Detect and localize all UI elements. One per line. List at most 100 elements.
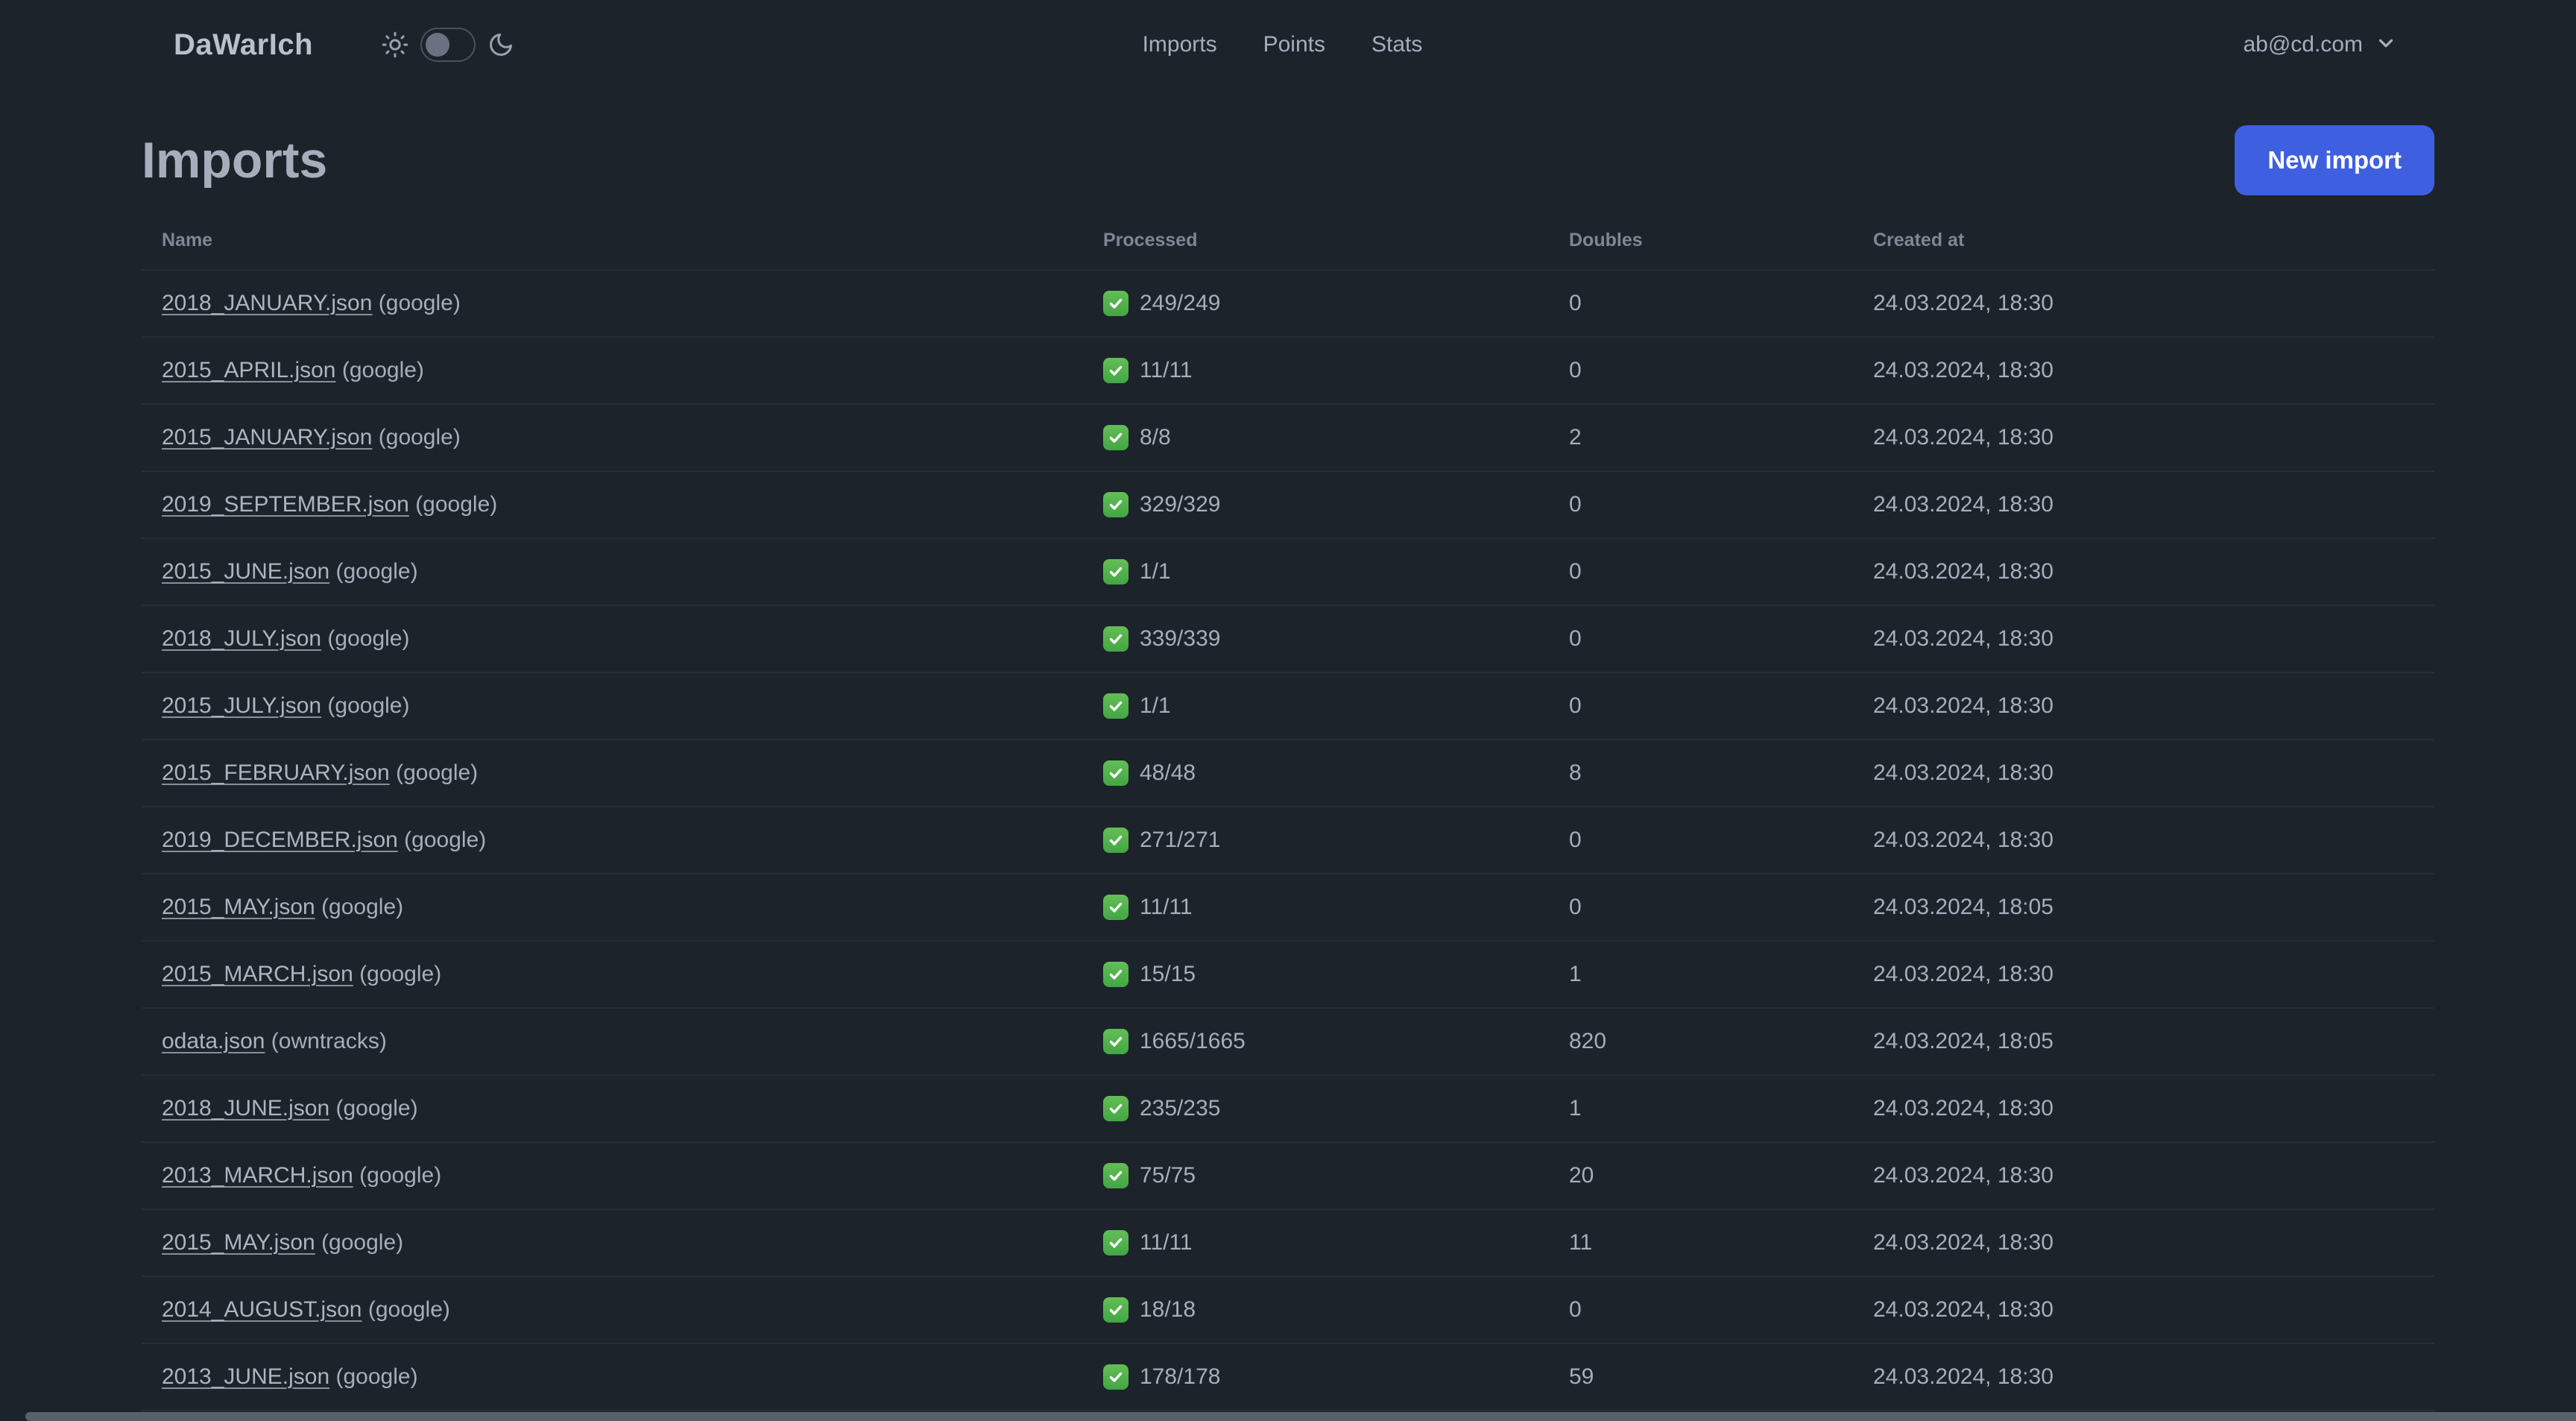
name-cell: 2013_MARCH.json (google) [142,1142,1083,1210]
sun-icon [382,31,408,58]
table-row: 2018_JANUARY.json (google) 249/249 0 24.… [142,270,2434,338]
import-source-label: (google) [327,693,410,718]
table-row: 2015_JANUARY.json (google) 8/8 2 24.03.2… [142,404,2434,472]
import-file-link[interactable]: 2018_JULY.json [162,626,321,651]
import-source-label: (google) [335,559,418,584]
success-check-icon [1103,291,1128,316]
import-file-link[interactable]: 2015_MARCH.json [162,962,353,986]
import-file-link[interactable]: odata.json [162,1029,265,1053]
doubles-cell: 1 [1549,1075,1853,1143]
name-cell: 2015_MAY.json (google) [142,874,1083,942]
doubles-cell: 11 [1549,1209,1853,1277]
created-at-cell: 24.03.2024, 18:30 [1853,605,2434,673]
doubles-cell: 0 [1549,605,1853,673]
import-source-label: (google) [396,760,479,785]
import-source-label: (owntracks) [271,1029,387,1053]
processed-count: 8/8 [1140,425,1171,450]
success-check-icon [1103,492,1128,517]
page-title: Imports [142,132,328,189]
table-row: 2015_JUNE.json (google) 1/1 0 24.03.2024… [142,538,2434,606]
processed-count: 15/15 [1140,962,1196,986]
created-at-cell: 24.03.2024, 18:30 [1853,740,2434,807]
import-file-link[interactable]: 2014_AUGUST.json [162,1297,362,1322]
new-import-button[interactable]: New import [2235,125,2434,195]
moon-icon [487,31,514,58]
success-check-icon [1103,760,1128,786]
column-header-doubles: Doubles [1549,213,1853,271]
doubles-cell: 820 [1549,1008,1853,1076]
processed-cell: 11/11 [1083,337,1549,405]
import-file-link[interactable]: 2019_SEPTEMBER.json [162,492,409,517]
name-cell: 2015_MAY.json (google) [142,1209,1083,1277]
import-file-link[interactable]: 2015_JULY.json [162,693,321,718]
doubles-cell: 0 [1549,672,1853,740]
table-row: 2014_AUGUST.json (google) 18/18 0 24.03.… [142,1276,2434,1344]
processed-cell: 75/75 [1083,1142,1549,1210]
nav-link-stats[interactable]: Stats [1371,32,1422,57]
import-file-link[interactable]: 2015_APRIL.json [162,358,336,382]
import-source-label: (google) [415,492,498,517]
doubles-cell: 0 [1549,471,1853,539]
nav-link-points[interactable]: Points [1263,32,1325,57]
processed-count: 11/11 [1140,1230,1193,1255]
processed-cell: 15/15 [1083,941,1549,1009]
processed-count: 1/1 [1140,693,1171,718]
doubles-cell: 20 [1549,1142,1853,1210]
processed-count: 339/339 [1140,626,1221,651]
success-check-icon [1103,626,1128,652]
doubles-cell: 0 [1549,807,1853,875]
created-at-cell: 24.03.2024, 18:30 [1853,1209,2434,1277]
name-cell: 2013_JUNE.json (google) [142,1343,1083,1411]
name-cell: 2015_JANUARY.json (google) [142,404,1083,472]
import-file-link[interactable]: 2015_JANUARY.json [162,425,372,450]
theme-toggle[interactable] [420,28,476,62]
created-at-cell: 24.03.2024, 18:30 [1853,1142,2434,1210]
import-file-link[interactable]: 2015_MAY.json [162,1230,315,1255]
success-check-icon [1103,1029,1128,1054]
created-at-cell: 24.03.2024, 18:05 [1853,874,2434,942]
processed-count: 75/75 [1140,1163,1196,1188]
created-at-cell: 24.03.2024, 18:30 [1853,672,2434,740]
created-at-cell: 24.03.2024, 18:30 [1853,404,2434,472]
created-at-cell: 24.03.2024, 18:30 [1853,270,2434,338]
success-check-icon [1103,828,1128,853]
user-menu[interactable]: ab@cd.com [2243,32,2397,58]
processed-cell: 8/8 [1083,404,1549,472]
success-check-icon [1103,358,1128,383]
chevron-down-icon [2375,32,2397,58]
import-file-link[interactable]: 2018_JUNE.json [162,1096,329,1121]
horizontal-scrollbar[interactable] [25,1412,2576,1421]
import-file-link[interactable]: 2015_JUNE.json [162,559,329,584]
processed-count: 18/18 [1140,1297,1196,1322]
nav-link-imports[interactable]: Imports [1143,32,1217,57]
processed-count: 11/11 [1140,358,1193,382]
processed-cell: 11/11 [1083,1209,1549,1277]
name-cell: 2014_AUGUST.json (google) [142,1276,1083,1344]
name-cell: 2015_JUNE.json (google) [142,538,1083,606]
import-file-link[interactable]: 2013_MARCH.json [162,1163,353,1188]
doubles-cell: 2 [1549,404,1853,472]
import-file-link[interactable]: 2013_JUNE.json [162,1364,329,1389]
processed-cell: 249/249 [1083,270,1549,338]
table-row: 2015_MAY.json (google) 11/11 0 24.03.202… [142,874,2434,942]
import-source-label: (google) [404,828,487,852]
column-header-processed: Processed [1083,213,1549,271]
doubles-cell: 0 [1549,538,1853,606]
name-cell: 2019_DECEMBER.json (google) [142,807,1083,875]
created-at-cell: 24.03.2024, 18:30 [1853,941,2434,1009]
created-at-cell: 24.03.2024, 18:30 [1853,1075,2434,1143]
import-file-link[interactable]: 2015_FEBRUARY.json [162,760,390,785]
import-file-link[interactable]: 2015_MAY.json [162,895,315,919]
success-check-icon [1103,1096,1128,1121]
processed-count: 271/271 [1140,828,1221,852]
success-check-icon [1103,1364,1128,1390]
import-file-link[interactable]: 2018_JANUARY.json [162,291,372,315]
processed-count: 235/235 [1140,1096,1221,1121]
processed-cell: 11/11 [1083,874,1549,942]
name-cell: 2015_JULY.json (google) [142,672,1083,740]
name-cell: 2019_SEPTEMBER.json (google) [142,471,1083,539]
import-file-link[interactable]: 2019_DECEMBER.json [162,828,398,852]
processed-count: 1/1 [1140,559,1171,584]
import-source-label: (google) [341,358,424,382]
table-header-row: Name Processed Doubles Created at [142,213,2434,271]
